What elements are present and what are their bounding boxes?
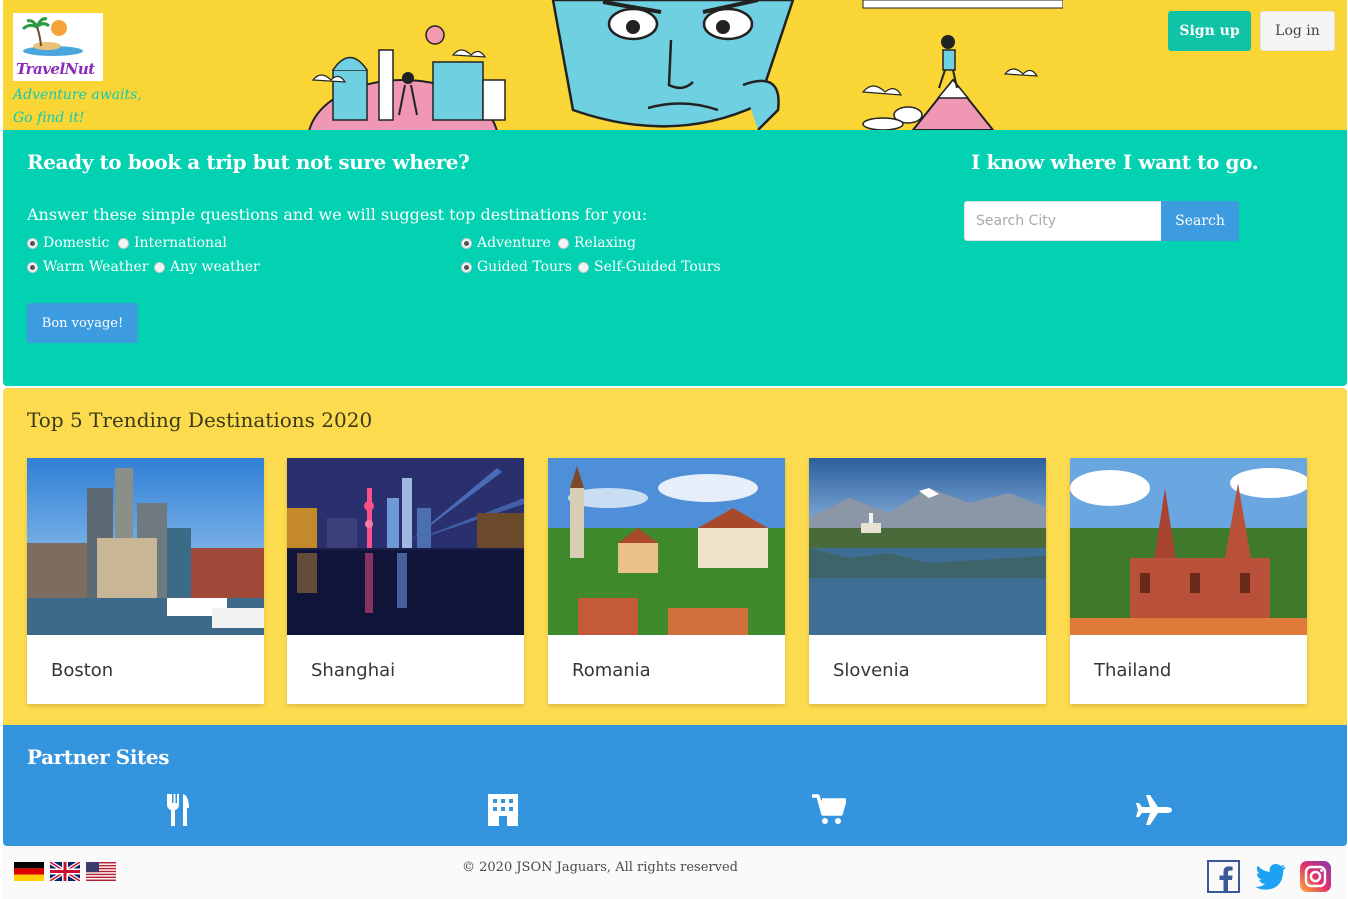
option-relaxing[interactable]: Relaxing [558,235,636,251]
option-label: Self-Guided Tours [594,259,721,275]
option-international[interactable]: International [118,235,227,251]
restaurant-icon[interactable] [160,793,196,827]
destination-name: Slovenia [833,660,910,681]
radio-relaxing[interactable] [558,237,569,249]
shanghai-image [287,458,524,635]
option-self-guided-tours[interactable]: Self-Guided Tours [578,259,721,275]
trending-destinations-section: Top 5 Trending Destinations 2020 Boston [3,388,1347,725]
signup-button[interactable]: Sign up [1168,11,1251,51]
airplane-icon[interactable] [1136,793,1172,827]
partners-title: Partner Sites [27,745,170,769]
destination-card-thailand[interactable]: Thailand [1070,458,1307,704]
romania-image [548,458,785,635]
tagline-line-2: Go find it! [13,110,85,126]
hotel-icon[interactable] [485,793,521,827]
quiz-subtitle: Answer these simple questions and we wil… [27,205,648,224]
radio-any-weather[interactable] [154,261,165,273]
destination-card-slovenia[interactable]: Slovenia [809,458,1046,704]
trending-title: Top 5 Trending Destinations 2020 [27,408,373,432]
option-warm-weather[interactable]: Warm Weather [27,259,148,275]
destination-name: Thailand [1094,660,1172,681]
shopping-cart-icon[interactable] [811,793,847,827]
us-flag-icon[interactable] [86,862,116,881]
option-label: Guided Tours [477,259,572,275]
option-guided-tours[interactable]: Guided Tours [461,259,572,275]
bon-voyage-button[interactable]: Bon voyage! [27,303,138,343]
uk-flag-icon[interactable] [50,862,80,881]
thinking-face-illustration [551,0,795,130]
logo-island-icon [21,17,83,56]
option-label: Domestic [43,235,110,251]
destination-name: Romania [572,660,651,681]
facebook-icon[interactable] [1207,860,1240,893]
partner-sites-section: Partner Sites [3,725,1347,846]
option-label: Relaxing [574,235,637,251]
option-any-weather[interactable]: Any weather [154,259,260,275]
destination-card-boston[interactable]: Boston [27,458,264,704]
copyright-text: © 2020 JSON Jaguars, All rights reserved [462,860,738,875]
radio-warm-weather[interactable] [27,261,38,273]
option-domestic[interactable]: Domestic [27,235,109,251]
tagline: Adventure awaits, Go find it! [13,84,142,130]
search-city-input[interactable] [964,201,1162,241]
option-label: Warm Weather [43,259,149,275]
radio-self-guided-tours[interactable] [578,261,589,273]
twitter-icon[interactable] [1253,860,1286,893]
city-illustration [308,25,506,130]
logo[interactable]: TravelNut [13,13,103,81]
germany-flag-icon[interactable] [14,862,44,881]
login-button[interactable]: Log in [1260,11,1335,51]
option-adventure[interactable]: Adventure [461,235,551,251]
trip-quiz-section: Ready to book a trip but not sure where?… [3,130,1347,386]
radio-domestic[interactable] [27,237,38,249]
boston-image [27,458,264,635]
destination-name: Boston [51,660,114,681]
radio-international[interactable] [118,237,129,249]
radio-adventure[interactable] [461,237,472,249]
hero-banner: TravelNut Adventure awaits, Go find it! [3,0,1347,130]
slovenia-image [809,458,1046,635]
quiz-title: Ready to book a trip but not sure where? [27,150,470,174]
footer: © 2020 JSON Jaguars, All rights reserved [3,846,1347,899]
destination-name: Shanghai [311,660,396,681]
instagram-icon[interactable] [1299,860,1332,893]
option-label: Any weather [170,259,260,275]
tagline-line-1: Adventure awaits, [13,87,142,103]
search-title: I know where I want to go. [971,150,1259,174]
thailand-image [1070,458,1307,635]
radio-guided-tours[interactable] [461,261,472,273]
search-button[interactable]: Search [1161,201,1239,241]
destination-card-romania[interactable]: Romania [548,458,785,704]
mountain-hiker-illustration [861,0,1063,130]
destination-card-shanghai[interactable]: Shanghai [287,458,524,704]
option-label: International [134,235,227,251]
logo-text: TravelNut [16,60,95,78]
option-label: Adventure [477,235,551,251]
